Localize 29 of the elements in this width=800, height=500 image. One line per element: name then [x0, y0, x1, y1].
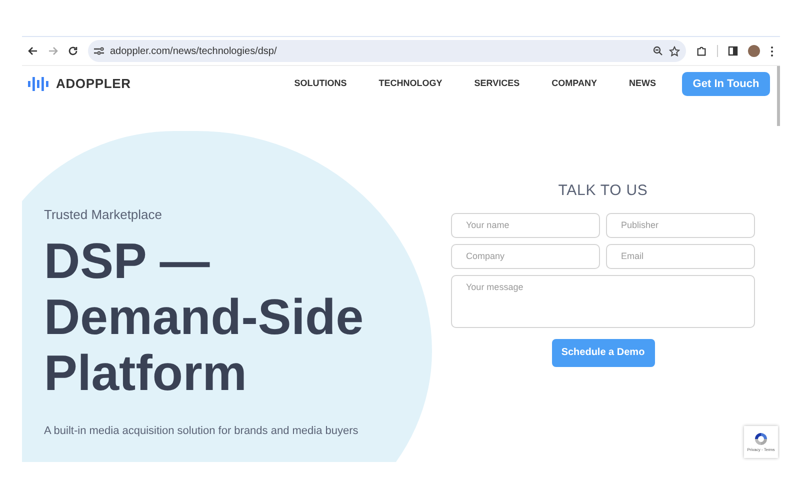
recaptcha-icon — [753, 431, 769, 447]
form-heading: TALK TO US — [558, 181, 648, 201]
logo-icon — [28, 76, 50, 92]
input-field[interactable]: Email — [606, 244, 755, 268]
input-field[interactable]: Your name — [451, 212, 600, 238]
input-field[interactable]: Publisher — [606, 212, 755, 238]
url-text: adoppler.com/news/technologies/dsp/ — [110, 44, 278, 58]
site-settings-icon[interactable] — [94, 47, 104, 55]
avatar-icon[interactable] — [748, 45, 760, 57]
nav-link[interactable]: COMPANY — [552, 77, 597, 91]
back-icon[interactable] — [28, 46, 38, 56]
side-panel-icon[interactable] — [728, 46, 738, 56]
input-field[interactable]: Company — [451, 244, 600, 268]
star-icon[interactable] — [669, 46, 680, 56]
scrollbar[interactable] — [777, 66, 780, 126]
hero-heading: DSP — Demand-Side Platform — [44, 232, 365, 400]
message-field[interactable]: Your message — [451, 274, 755, 328]
puzzle-icon[interactable] — [696, 46, 707, 56]
reload-icon[interactable] — [68, 46, 78, 56]
nav-link[interactable]: SERVICES — [474, 77, 520, 91]
nav-link[interactable]: NEWS — [629, 77, 656, 91]
hero-subtitle: A built-in media acquisition solution for brands and media buyers — [44, 424, 360, 438]
zoom-icon[interactable] — [653, 46, 663, 56]
address-bar[interactable]: adoppler.com/news/technologies/dsp/ — [88, 40, 686, 62]
logo-text: ADOPPLER — [56, 75, 131, 94]
nav-link[interactable]: TECHNOLOGY — [378, 77, 442, 91]
menu-icon[interactable] — [770, 46, 774, 56]
nav-link[interactable]: SOLUTIONS — [294, 77, 347, 91]
eyebrow-text: Trusted Marketplace — [44, 206, 164, 224]
